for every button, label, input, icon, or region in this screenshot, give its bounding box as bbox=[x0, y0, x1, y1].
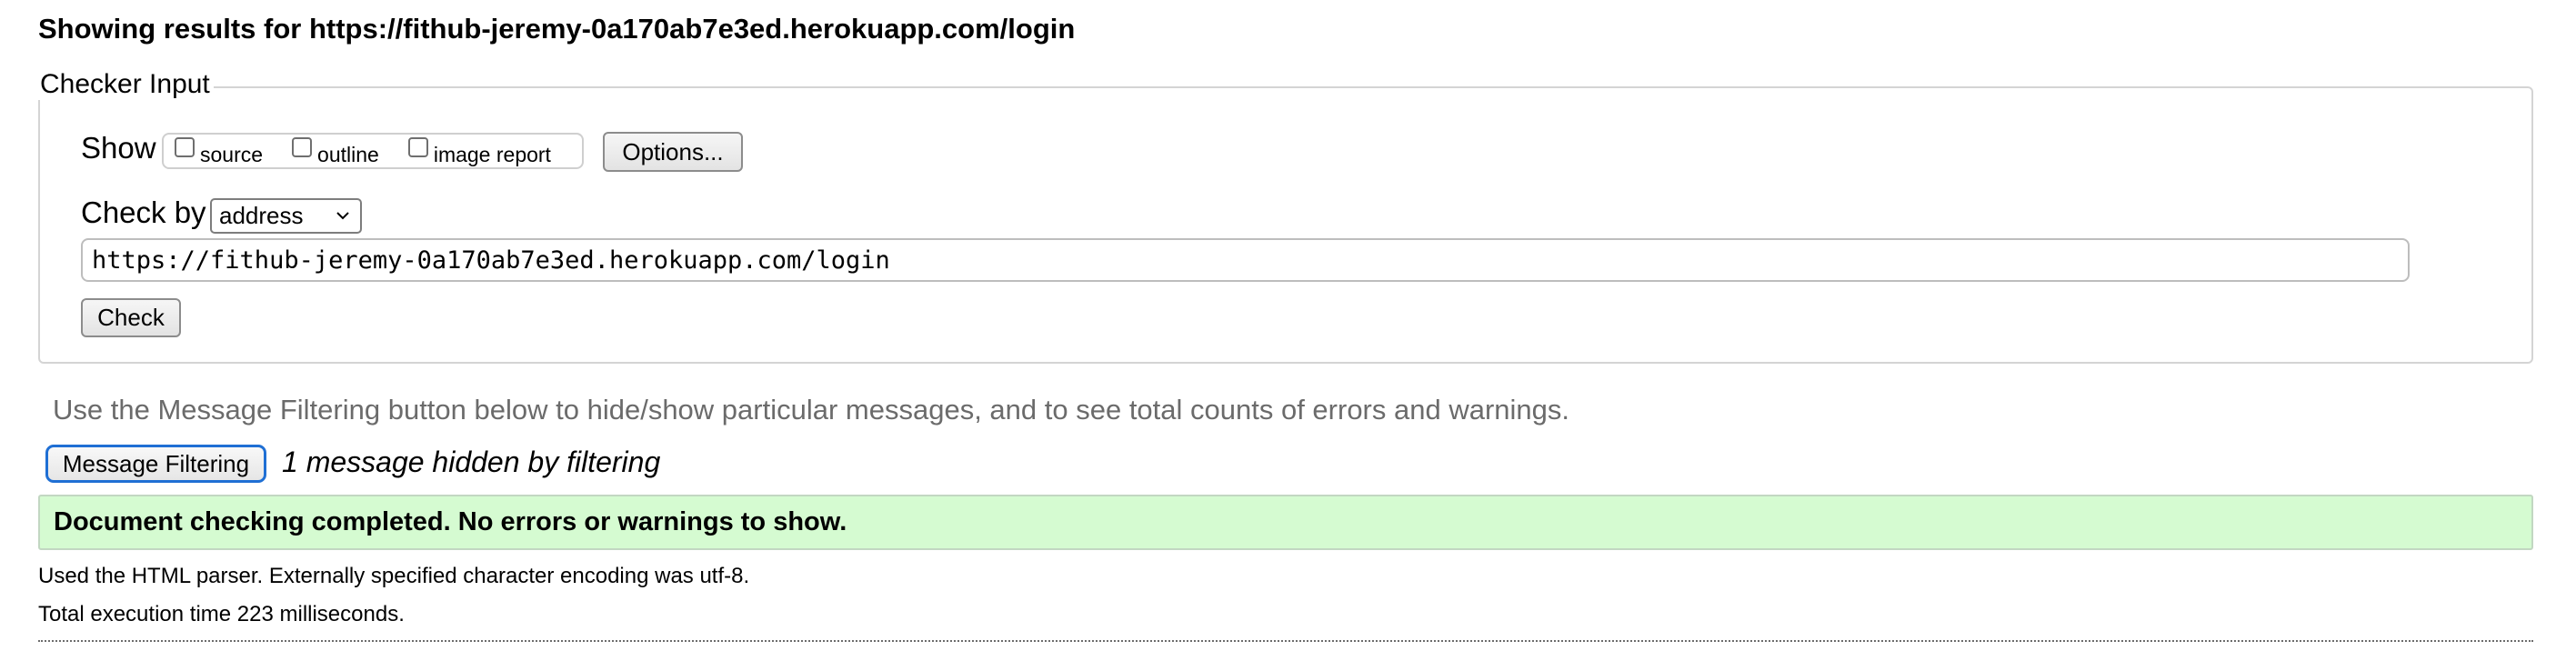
outline-checkbox-label: outline bbox=[317, 142, 379, 166]
image-report-checkbox[interactable] bbox=[407, 137, 428, 157]
dotted-divider bbox=[38, 640, 2533, 642]
parser-info-text: Used the HTML parser. Externally specifi… bbox=[38, 564, 750, 588]
message-filtering-hint: Use the Message Filtering button below t… bbox=[53, 394, 1570, 426]
url-input[interactable]: https://fithub-jeremy-0a170ab7e3ed.herok… bbox=[81, 238, 2410, 282]
check-by-selected-value: address bbox=[219, 202, 304, 229]
chevron-down-icon bbox=[336, 212, 349, 220]
execution-time-text: Total execution time 223 milliseconds. bbox=[38, 602, 405, 626]
checker-input-fieldset bbox=[38, 86, 2533, 364]
source-checkbox[interactable] bbox=[175, 137, 195, 157]
message-filtering-button[interactable]: Message Filtering bbox=[45, 445, 266, 483]
checker-input-legend: Checker Input bbox=[36, 69, 214, 100]
source-checkbox-label: source bbox=[200, 142, 264, 166]
outline-checkbox[interactable] bbox=[292, 137, 313, 157]
show-source-option[interactable]: source bbox=[175, 137, 264, 166]
page-title: Showing results for https://fithub-jerem… bbox=[38, 13, 1076, 45]
show-image-report-option[interactable]: image report bbox=[407, 137, 551, 166]
image-report-checkbox-label: image report bbox=[433, 142, 551, 166]
check-by-select[interactable]: address bbox=[210, 198, 362, 234]
success-banner: Document checking completed. No errors o… bbox=[38, 495, 2533, 550]
show-options-group: source outline image report bbox=[162, 133, 584, 169]
show-label: Show bbox=[81, 131, 156, 165]
show-outline-option[interactable]: outline bbox=[292, 137, 379, 166]
hidden-message-count: 1 message hidden by filtering bbox=[282, 446, 661, 478]
validator-results-page: Showing results for https://fithub-jerem… bbox=[0, 0, 2576, 671]
options-button[interactable]: Options... bbox=[603, 132, 743, 172]
check-by-label: Check by bbox=[81, 195, 206, 229]
check-button[interactable]: Check bbox=[81, 298, 181, 337]
